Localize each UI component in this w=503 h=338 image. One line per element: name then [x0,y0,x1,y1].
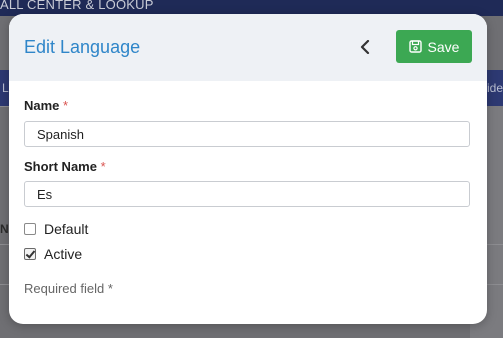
save-icon [408,40,422,53]
save-button-label: Save [427,38,460,55]
name-label-text: Name [24,98,60,113]
active-checkbox[interactable] [24,248,36,260]
default-checkbox[interactable] [24,223,36,235]
required-mark: * [63,98,69,113]
default-checkbox-label: Default [44,221,89,237]
default-checkbox-row[interactable]: Default [24,221,88,237]
required-field-note: Required field * [24,281,113,296]
name-label: Name * [24,98,68,113]
back-button[interactable] [354,34,376,60]
modal-title: Edit Language [24,37,141,57]
short-name-input[interactable] [24,181,470,207]
short-name-label: Short Name * [24,159,106,174]
save-button[interactable]: Save [396,30,472,63]
name-input[interactable] [24,121,470,147]
chevron-left-icon [360,40,370,54]
background-title: ALL CENTER & LOOKUP [0,0,154,12]
required-mark: * [100,159,106,174]
active-checkbox-label: Active [44,246,83,262]
background-nav-right: ide [486,81,503,95]
active-checkbox-row[interactable]: Active [24,246,82,262]
short-name-label-text: Short Name [24,159,97,174]
modal-header: Edit Language Save [9,14,487,81]
edit-language-modal: Edit Language Save Name * Short Name * D… [9,14,487,324]
